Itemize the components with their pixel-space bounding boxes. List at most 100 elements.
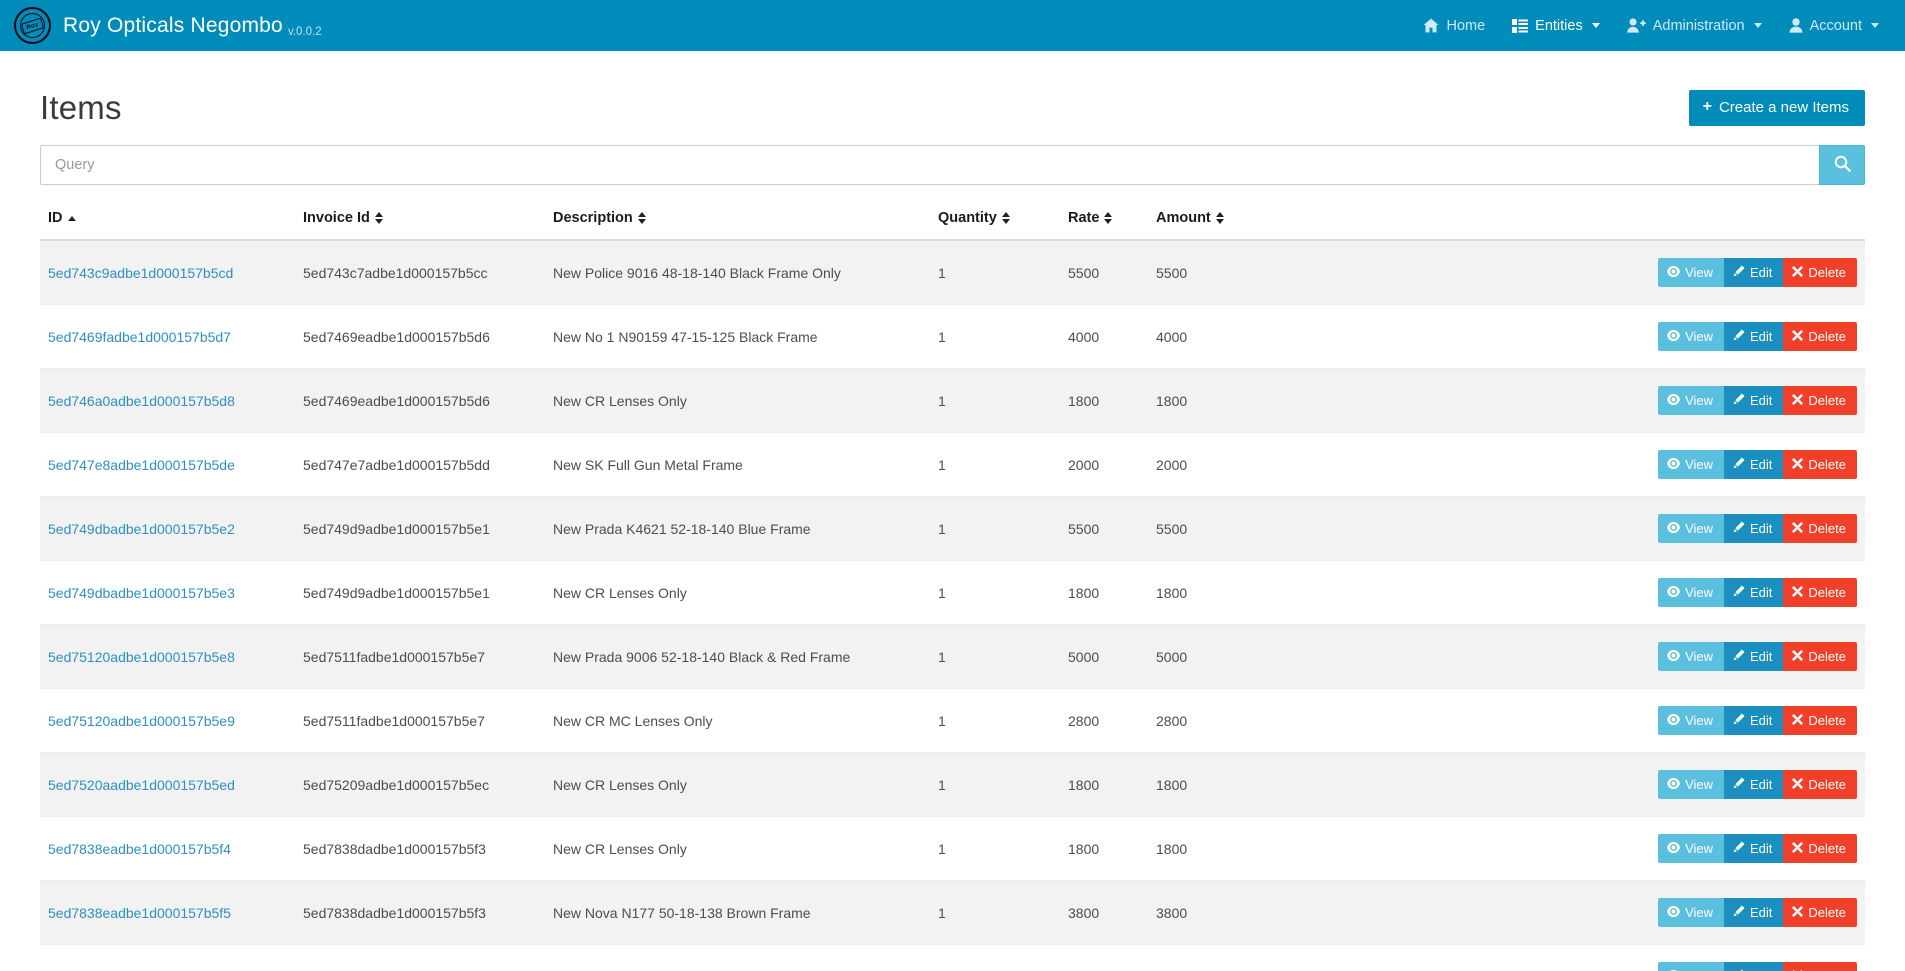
- item-id-link[interactable]: 5ed743c9adbe1d000157b5cd: [48, 265, 233, 281]
- row-action-group: View Edit Delete: [1658, 578, 1857, 607]
- cell-actions: View Edit Delete: [1378, 304, 1865, 369]
- cell-description: New Prada 9006 52-18-140 Black & Red Fra…: [545, 624, 930, 689]
- delete-button[interactable]: Delete: [1783, 514, 1857, 543]
- delete-button[interactable]: Delete: [1783, 898, 1857, 927]
- table-row: 5ed746a0adbe1d000157b5d8 5ed7469eadbe1d00…: [40, 368, 1865, 433]
- table-row: 5ed75120adbe1d000157b5e9 5ed7511fadbe1d00…: [40, 688, 1865, 753]
- search-button[interactable]: [1819, 145, 1865, 185]
- edit-button[interactable]: Edit: [1724, 706, 1784, 735]
- cell-amount: 4000: [1148, 304, 1378, 369]
- brand[interactable]: Roy Roy Opticals Negombo v.0.0.2: [14, 7, 322, 44]
- delete-button-label: Delete: [1808, 840, 1846, 856]
- item-id-link[interactable]: 5ed746a0adbe1d000157b5d8: [48, 393, 235, 409]
- view-button[interactable]: View: [1658, 514, 1725, 543]
- nav-item-administration[interactable]: Administration: [1626, 18, 1762, 34]
- view-button[interactable]: View: [1658, 706, 1725, 735]
- item-id-link[interactable]: 5ed747e8adbe1d000157b5de: [48, 457, 235, 473]
- view-button[interactable]: View: [1658, 322, 1725, 351]
- edit-button[interactable]: Edit: [1724, 258, 1784, 287]
- cell-description: New Nova N177 50-18-138 Brown Frame: [545, 880, 930, 945]
- edit-button[interactable]: Edit: [1724, 898, 1784, 927]
- table-body: 5ed743c9adbe1d000157b5cd 5ed743c7adbe1d00…: [40, 239, 1865, 971]
- column-header-description[interactable]: Description: [545, 204, 930, 241]
- view-button[interactable]: View: [1658, 642, 1725, 671]
- cell-quantity: 1: [930, 944, 1060, 971]
- create-new-item-label: Create a new Items: [1718, 99, 1849, 116]
- cell-id: 5ed7838eadbe1d000157b5f4: [40, 816, 295, 881]
- nav-item-account[interactable]: Account: [1789, 18, 1879, 34]
- cell-invoice-id: 5ed7469eadbe1d000157b5d6: [295, 368, 545, 433]
- cell-description: New No 1 N90159 47-15-125 Black Frame: [545, 304, 930, 369]
- item-id-link[interactable]: 5ed7520aadbe1d000157b5ed: [48, 777, 235, 793]
- delete-button[interactable]: Delete: [1783, 962, 1857, 971]
- edit-button[interactable]: Edit: [1724, 450, 1784, 479]
- column-header-id[interactable]: ID: [40, 204, 295, 241]
- delete-button[interactable]: Delete: [1783, 706, 1857, 735]
- column-header-quantity[interactable]: Quantity: [930, 204, 1060, 241]
- column-header-amount[interactable]: Amount: [1148, 204, 1378, 241]
- delete-button[interactable]: Delete: [1783, 770, 1857, 799]
- view-button[interactable]: View: [1658, 450, 1725, 479]
- delete-button-label: Delete: [1808, 264, 1846, 280]
- cell-rate: 5500: [1060, 496, 1148, 561]
- view-button[interactable]: View: [1658, 386, 1725, 415]
- edit-button[interactable]: Edit: [1724, 386, 1784, 415]
- page-title: Items: [40, 89, 122, 126]
- delete-button-label: Delete: [1808, 904, 1846, 920]
- pencil-icon: [1733, 713, 1745, 727]
- delete-button[interactable]: Delete: [1783, 578, 1857, 607]
- item-id-link[interactable]: 5ed75120adbe1d000157b5e8: [48, 649, 235, 665]
- delete-button[interactable]: Delete: [1783, 450, 1857, 479]
- edit-button[interactable]: Edit: [1724, 962, 1784, 971]
- eye-icon: [1667, 457, 1681, 471]
- view-button[interactable]: View: [1658, 258, 1725, 287]
- cell-id: 5ed749dbadbe1d000157b5e3: [40, 560, 295, 625]
- delete-button[interactable]: Delete: [1783, 258, 1857, 287]
- row-action-group: View Edit Delete: [1658, 834, 1857, 863]
- cell-rate: 2000: [1060, 432, 1148, 497]
- view-button[interactable]: View: [1658, 962, 1725, 971]
- logo-seal-text: Roy: [20, 17, 45, 34]
- row-action-group: View Edit Delete: [1658, 770, 1857, 799]
- cell-amount: 5500: [1148, 239, 1378, 305]
- cell-actions: View Edit Delete: [1378, 368, 1865, 433]
- search-input[interactable]: [40, 145, 1819, 185]
- view-button-label: View: [1685, 776, 1714, 792]
- item-id-link[interactable]: 5ed7838eadbe1d000157b5f5: [48, 905, 231, 921]
- edit-button[interactable]: Edit: [1724, 322, 1784, 351]
- cell-rate: 2800: [1060, 688, 1148, 753]
- view-button[interactable]: View: [1658, 770, 1725, 799]
- item-id-link[interactable]: 5ed7469fadbe1d000157b5d7: [48, 329, 231, 345]
- item-id-link[interactable]: 5ed749dbadbe1d000157b5e2: [48, 521, 235, 537]
- x-icon: [1792, 521, 1804, 535]
- nav-item-entities[interactable]: Entities: [1512, 18, 1600, 34]
- edit-button[interactable]: Edit: [1724, 834, 1784, 863]
- pencil-icon: [1733, 265, 1745, 279]
- view-button[interactable]: View: [1658, 834, 1725, 863]
- pencil-icon: [1733, 905, 1745, 919]
- item-id-link[interactable]: 5ed75120adbe1d000157b5e9: [48, 713, 235, 729]
- edit-button[interactable]: Edit: [1724, 578, 1784, 607]
- edit-button[interactable]: Edit: [1724, 642, 1784, 671]
- column-header-rate[interactable]: Rate: [1060, 204, 1148, 241]
- view-button[interactable]: View: [1658, 898, 1725, 927]
- cell-id: 5ed747e8adbe1d000157b5de: [40, 432, 295, 497]
- view-button[interactable]: View: [1658, 578, 1725, 607]
- delete-button[interactable]: Delete: [1783, 834, 1857, 863]
- nav-item-home[interactable]: Home: [1423, 18, 1485, 34]
- cell-actions: View Edit Delete: [1378, 239, 1865, 305]
- item-id-link[interactable]: 5ed749dbadbe1d000157b5e3: [48, 585, 235, 601]
- create-new-item-button[interactable]: + Create a new Items: [1688, 90, 1865, 126]
- delete-button[interactable]: Delete: [1783, 322, 1857, 351]
- delete-button[interactable]: Delete: [1783, 642, 1857, 671]
- cell-invoice-id: 5ed747e7adbe1d000157b5dd: [295, 432, 545, 497]
- delete-button[interactable]: Delete: [1783, 386, 1857, 415]
- cell-description: New CR Lenses Only: [545, 944, 930, 971]
- sort-asc-icon: [67, 215, 76, 221]
- edit-button[interactable]: Edit: [1724, 770, 1784, 799]
- edit-button[interactable]: Edit: [1724, 514, 1784, 543]
- item-id-link[interactable]: 5ed7838eadbe1d000157b5f4: [48, 841, 231, 857]
- column-header-invoice-id[interactable]: Invoice Id: [295, 204, 545, 241]
- column-header-amount-label: Amount: [1156, 210, 1211, 226]
- user-plus-icon: [1626, 18, 1646, 33]
